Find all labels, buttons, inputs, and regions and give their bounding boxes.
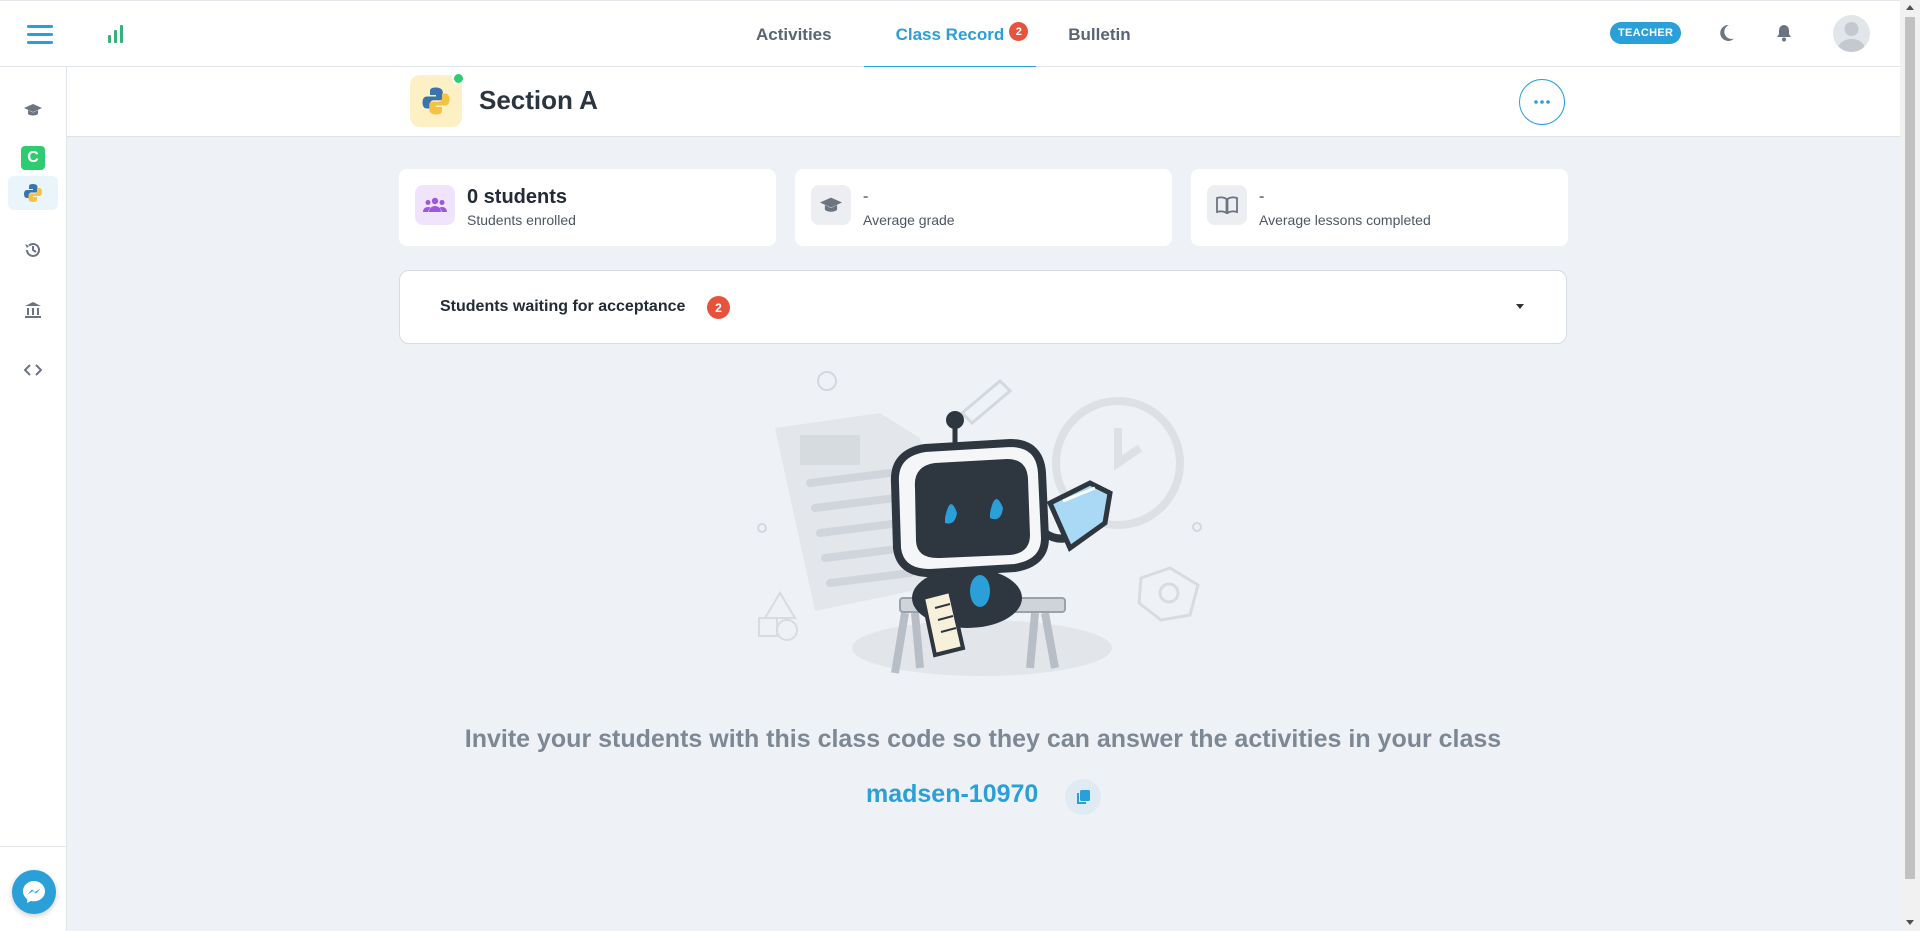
institution-icon xyxy=(25,302,41,318)
code-icon xyxy=(24,364,42,376)
average-grade-value: - xyxy=(863,188,869,205)
average-grade-card: - Average grade xyxy=(795,169,1172,246)
python-icon xyxy=(24,184,42,202)
page-title: Section A xyxy=(479,85,598,115)
lessons-completed-value: - xyxy=(1259,188,1265,205)
vertical-scrollbar[interactable] xyxy=(1900,0,1920,931)
graduation-cap-icon xyxy=(811,185,851,225)
graduation-cap-icon xyxy=(24,104,42,116)
sidebar-item-institution[interactable] xyxy=(8,293,58,327)
waiting-count-badge: 2 xyxy=(707,296,730,319)
role-badge: TEACHER xyxy=(1610,22,1682,44)
copy-code-button[interactable] xyxy=(1065,779,1101,815)
sidebar-item-history[interactable] xyxy=(8,233,58,267)
lessons-completed-card: - Average lessons completed xyxy=(1191,169,1568,246)
user-avatar-icon[interactable] xyxy=(1833,15,1870,52)
sidebar-item-python-course[interactable] xyxy=(8,176,58,210)
scroll-up-icon[interactable] xyxy=(1906,5,1914,10)
sidebar-item-courses[interactable] xyxy=(8,93,58,127)
students-waiting-dropdown[interactable]: Students waiting for acceptance 2 xyxy=(399,270,1567,344)
tab-activities[interactable]: Activities xyxy=(724,1,864,68)
class-code[interactable]: madsen-10970 xyxy=(866,780,1038,809)
moon-icon[interactable] xyxy=(1714,21,1738,45)
sidebar-item-c-course[interactable]: C xyxy=(8,141,58,175)
menu-icon[interactable] xyxy=(27,25,53,45)
online-indicator xyxy=(452,72,465,85)
scroll-thumb[interactable] xyxy=(1905,17,1915,879)
invite-message: Invite your students with this class cod… xyxy=(464,725,1502,753)
students-label: Students enrolled xyxy=(467,212,576,228)
tab-bar: Activities Class Record 2 Bulletin xyxy=(724,1,1163,69)
users-icon xyxy=(415,185,455,225)
history-icon xyxy=(25,242,40,257)
messenger-icon[interactable] xyxy=(12,870,56,914)
ellipsis-icon xyxy=(1534,100,1550,104)
waiting-title: Students waiting for acceptance xyxy=(440,298,686,315)
lessons-completed-label: Average lessons completed xyxy=(1259,212,1431,228)
sidebar: C xyxy=(0,67,67,931)
top-bar: Activities Class Record 2 Bulletin TEACH… xyxy=(0,0,1900,69)
c-course-icon: C xyxy=(21,146,45,170)
tab-class-record[interactable]: Class Record 2 xyxy=(863,1,1037,69)
copy-icon xyxy=(1077,790,1090,804)
sidebar-divider xyxy=(0,846,67,847)
tab-badge: 2 xyxy=(1009,22,1029,41)
students-enrolled-card: 0 students Students enrolled xyxy=(399,169,776,246)
python-icon xyxy=(410,72,465,127)
more-options-button[interactable] xyxy=(1519,79,1565,125)
chevron-down-icon xyxy=(1516,304,1524,309)
robot-illustration xyxy=(757,371,1202,676)
tab-bulletin[interactable]: Bulletin xyxy=(1036,1,1162,68)
students-count: 0 students xyxy=(467,186,568,208)
book-icon xyxy=(1207,185,1247,225)
stats-icon[interactable] xyxy=(108,25,126,43)
sidebar-item-code[interactable] xyxy=(8,353,58,387)
scroll-down-icon[interactable] xyxy=(1906,920,1914,925)
section-header: Section A xyxy=(67,67,1900,137)
average-grade-label: Average grade xyxy=(863,212,955,228)
bell-icon[interactable] xyxy=(1772,21,1796,45)
